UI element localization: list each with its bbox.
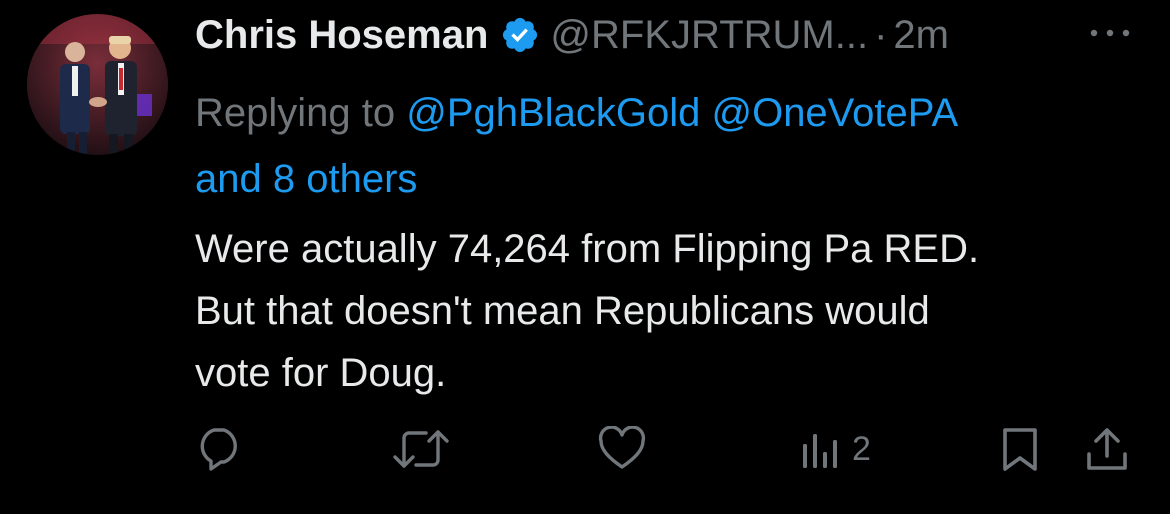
author-name[interactable]: Chris Hoseman	[195, 13, 488, 58]
replying-prefix: Replying to	[195, 91, 396, 135]
mention-others-link[interactable]: and 8 others	[195, 157, 417, 201]
verified-badge-icon	[500, 15, 540, 55]
more-button[interactable]	[1086, 18, 1136, 48]
reply-button[interactable]	[193, 426, 245, 472]
bookmark-icon	[1003, 428, 1037, 471]
retweet-button[interactable]	[390, 426, 452, 472]
tweet-text: Were actually 74,264 from Flipping Pa RE…	[195, 218, 1145, 404]
tweet-text-line: vote for Doug.	[195, 351, 447, 395]
bookmark-button[interactable]	[998, 426, 1042, 474]
like-button[interactable]	[597, 426, 647, 472]
views-chart-icon	[803, 434, 837, 468]
action-bar: 2	[0, 420, 1170, 480]
retweet-icon	[393, 430, 449, 468]
tweet-text-line: Were actually 74,264 from Flipping Pa RE…	[195, 227, 980, 271]
heart-icon	[598, 426, 646, 469]
tweet-header: Chris Hoseman @RFKJRTRUM... · 2m	[195, 10, 949, 60]
share-button[interactable]	[1084, 426, 1130, 474]
more-dots-icon	[1090, 29, 1130, 37]
reply-icon	[200, 428, 237, 471]
separator-dot: ·	[874, 12, 888, 57]
views-button[interactable]: 2	[800, 426, 871, 472]
share-icon	[1087, 428, 1127, 470]
mention-onevotepa[interactable]: @OneVotePA	[711, 91, 958, 135]
replying-to: Replying to @PghBlackGold @OneVotePA and…	[195, 80, 1135, 212]
avatar-photo	[27, 14, 168, 155]
author-handle[interactable]: @RFKJRTRUM...	[550, 13, 868, 58]
timestamp[interactable]: 2m	[893, 13, 949, 58]
avatar[interactable]	[27, 14, 168, 155]
mention-pghblackgold[interactable]: @PghBlackGold	[406, 91, 700, 135]
views-count: 2	[852, 429, 871, 468]
tweet-text-line: But that doesn't mean Republicans would	[195, 289, 930, 333]
